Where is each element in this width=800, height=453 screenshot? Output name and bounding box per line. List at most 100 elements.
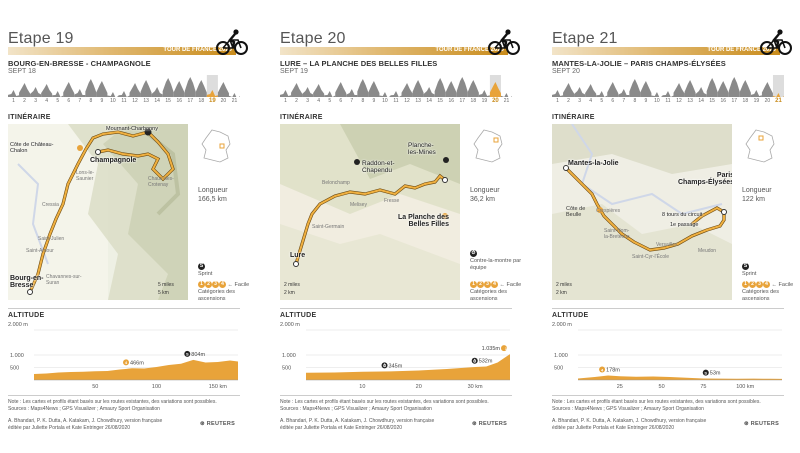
length-value: 36,2 km — [470, 196, 495, 203]
stage-title: Etape 20 — [280, 30, 346, 47]
mini-stage-profile — [467, 80, 479, 97]
map-label-melisey: Melisey — [350, 202, 367, 208]
mini-stage-number: 16 — [448, 98, 455, 104]
mini-stage-profile — [217, 82, 229, 97]
cat-4-icon: 4 — [219, 281, 226, 288]
legend-cat-line3: ascensions — [470, 295, 498, 302]
tour-stage-numbers: 1 2 3 4 5 6 7 8 9 10 11 12 13 14 15 16 17 18 19 20 21 — [8, 98, 240, 106]
mini-stage-number: 1 — [284, 98, 287, 104]
alt-annotation-label: 532m — [479, 359, 493, 365]
note-text: Note : Les cartes et profils étant basés… — [552, 399, 761, 405]
alt-annotation-label: 466m — [130, 360, 144, 366]
mini-stage-number: 18 — [470, 98, 477, 104]
x-tick-label: 150 km — [209, 384, 227, 390]
route-date: SEPT 19 — [280, 68, 308, 75]
mini-stage-profile — [423, 87, 435, 97]
map-label-chavannes: Chavannes-sur- Suran — [46, 274, 82, 286]
mini-stage-profile — [195, 80, 207, 97]
brand-bar: TOUR DE FRANCE 2020 — [8, 47, 236, 55]
mini-stage-number: 21 — [775, 98, 782, 104]
mini-stage-number: 18 — [742, 98, 749, 104]
map-label-cressia: Cressia — [42, 202, 59, 208]
divider — [8, 308, 240, 309]
reuters-logo: ⊛ REUTERS — [200, 421, 236, 427]
cat-2-icon: 2 — [205, 281, 212, 288]
mini-stage-profile — [478, 90, 490, 97]
mini-stage-number: 21 — [503, 98, 510, 104]
map-label-finish: Paris Champs-Élysées — [678, 172, 732, 186]
mini-stage-profile — [63, 82, 75, 97]
brand-bar: TOUR DE FRANCE 2020 — [552, 47, 780, 55]
mini-stage-number: 15 — [437, 98, 443, 104]
mini-stage-number: 2 — [23, 98, 26, 104]
map-label-chaux: Chaux-des- Crotenay — [148, 176, 174, 188]
note: Note : Les cartes et profils étant basés… — [8, 399, 248, 412]
alt-annotation-badge-text: ⏱ — [383, 363, 386, 368]
legend-cat-line1: ← Facile — [227, 281, 250, 288]
x-tick-label: 25 — [617, 384, 623, 390]
alt-annotation-badge-text: S — [704, 370, 707, 375]
legend-time-trial: ⏱ Contre-la-montre par équipe — [470, 250, 530, 272]
cat-3-icon: 3 — [212, 281, 219, 288]
mini-stage-number: 7 — [78, 98, 82, 104]
length-label: Longueur — [742, 187, 772, 194]
tour-mini-profiles — [8, 75, 240, 97]
map-label-planche-mines: Planche- les-Mines — [408, 142, 436, 156]
altitude-area — [578, 375, 782, 380]
legend-cat-line2: Catégories des — [742, 288, 779, 295]
mini-stage-number: 19 — [209, 98, 216, 104]
mini-stage-profile — [280, 90, 292, 97]
mini-stage-profile — [357, 79, 369, 97]
mini-stage-number: 8 — [361, 98, 365, 104]
x-tick-label: 100 km — [736, 384, 754, 390]
reuters-label: REUTERS — [750, 421, 780, 427]
mini-stage-number: 9 — [372, 98, 376, 104]
map-label-passage: 1e passage — [670, 222, 699, 228]
mini-stage-number: 17 — [459, 98, 466, 104]
mini-stage-profile — [30, 87, 42, 97]
map-label-raddon: Raddon-et- Chapendu — [362, 160, 395, 174]
credits: A. Bhandari, P. K. Dutta, A. Katakam, J.… — [8, 418, 163, 431]
mini-stage-number: 13 — [687, 98, 693, 104]
itinerary-label: ITINÉRAIRE — [552, 114, 595, 121]
mini-stage-number: 15 — [709, 98, 715, 104]
mini-stage-number: 6 — [611, 98, 615, 104]
mini-stage-profile — [574, 87, 586, 97]
x-tick-label: 30 km — [468, 384, 483, 390]
mini-stage-number: 3 — [578, 98, 581, 104]
mini-stage-number: 14 — [698, 98, 704, 104]
map-label-meudon: Meudon — [698, 248, 717, 254]
france-map-icon — [745, 129, 775, 163]
altitude-chart: 1.00050010 20 30 km⏱ 345m⏱ 532m11.035m — [282, 329, 510, 390]
cat-2-icon: 2 — [749, 281, 756, 288]
mini-stage-profile — [662, 91, 674, 97]
legend-sprint: S Sprint — [198, 263, 212, 278]
mini-stage-number: 18 — [198, 98, 205, 104]
mini-stage-number: 19 — [753, 98, 760, 104]
alt-tick-label: 500 — [554, 366, 563, 372]
legend-categories: 1234 ← Facile Catégories des ascensions — [742, 281, 793, 303]
x-tick-label: 50 — [659, 384, 665, 390]
mini-stage-number: 8 — [633, 98, 637, 104]
x-tick-label: 75 — [700, 384, 706, 390]
route-name: LURE – LA PLANCHE DES BELLES FILLES — [280, 59, 438, 68]
mini-stage-profile — [434, 78, 446, 97]
mini-stage-number: 3 — [306, 98, 309, 104]
alt-annotation-label: 804m — [191, 352, 205, 358]
route-map: Mantes-la-Jolie Paris Champs-Élysées Côt… — [552, 124, 732, 300]
map-label-start: Lure — [290, 252, 306, 259]
mini-stage-number: 6 — [67, 98, 71, 104]
cyclist-icon — [216, 29, 248, 55]
scale-miles: 2 miles — [556, 282, 572, 288]
itinerary-label: ITINÉRAIRE — [8, 114, 51, 121]
legend-categories: 1234 ← Facile Catégories des ascensions — [470, 281, 521, 303]
sources-text: Sources : Maps4News ; GPS Visualizer ; A… — [8, 405, 160, 412]
mini-stage-number: 5 — [328, 98, 332, 104]
alt-annotation-label: 53m — [710, 371, 721, 377]
mini-stage-profile — [19, 83, 31, 97]
france-map-icon — [201, 129, 231, 163]
tour-mini-profiles — [552, 75, 784, 97]
x-tick-label: 100 — [152, 384, 161, 390]
mini-stage-profile — [173, 81, 185, 97]
divider — [8, 395, 240, 396]
